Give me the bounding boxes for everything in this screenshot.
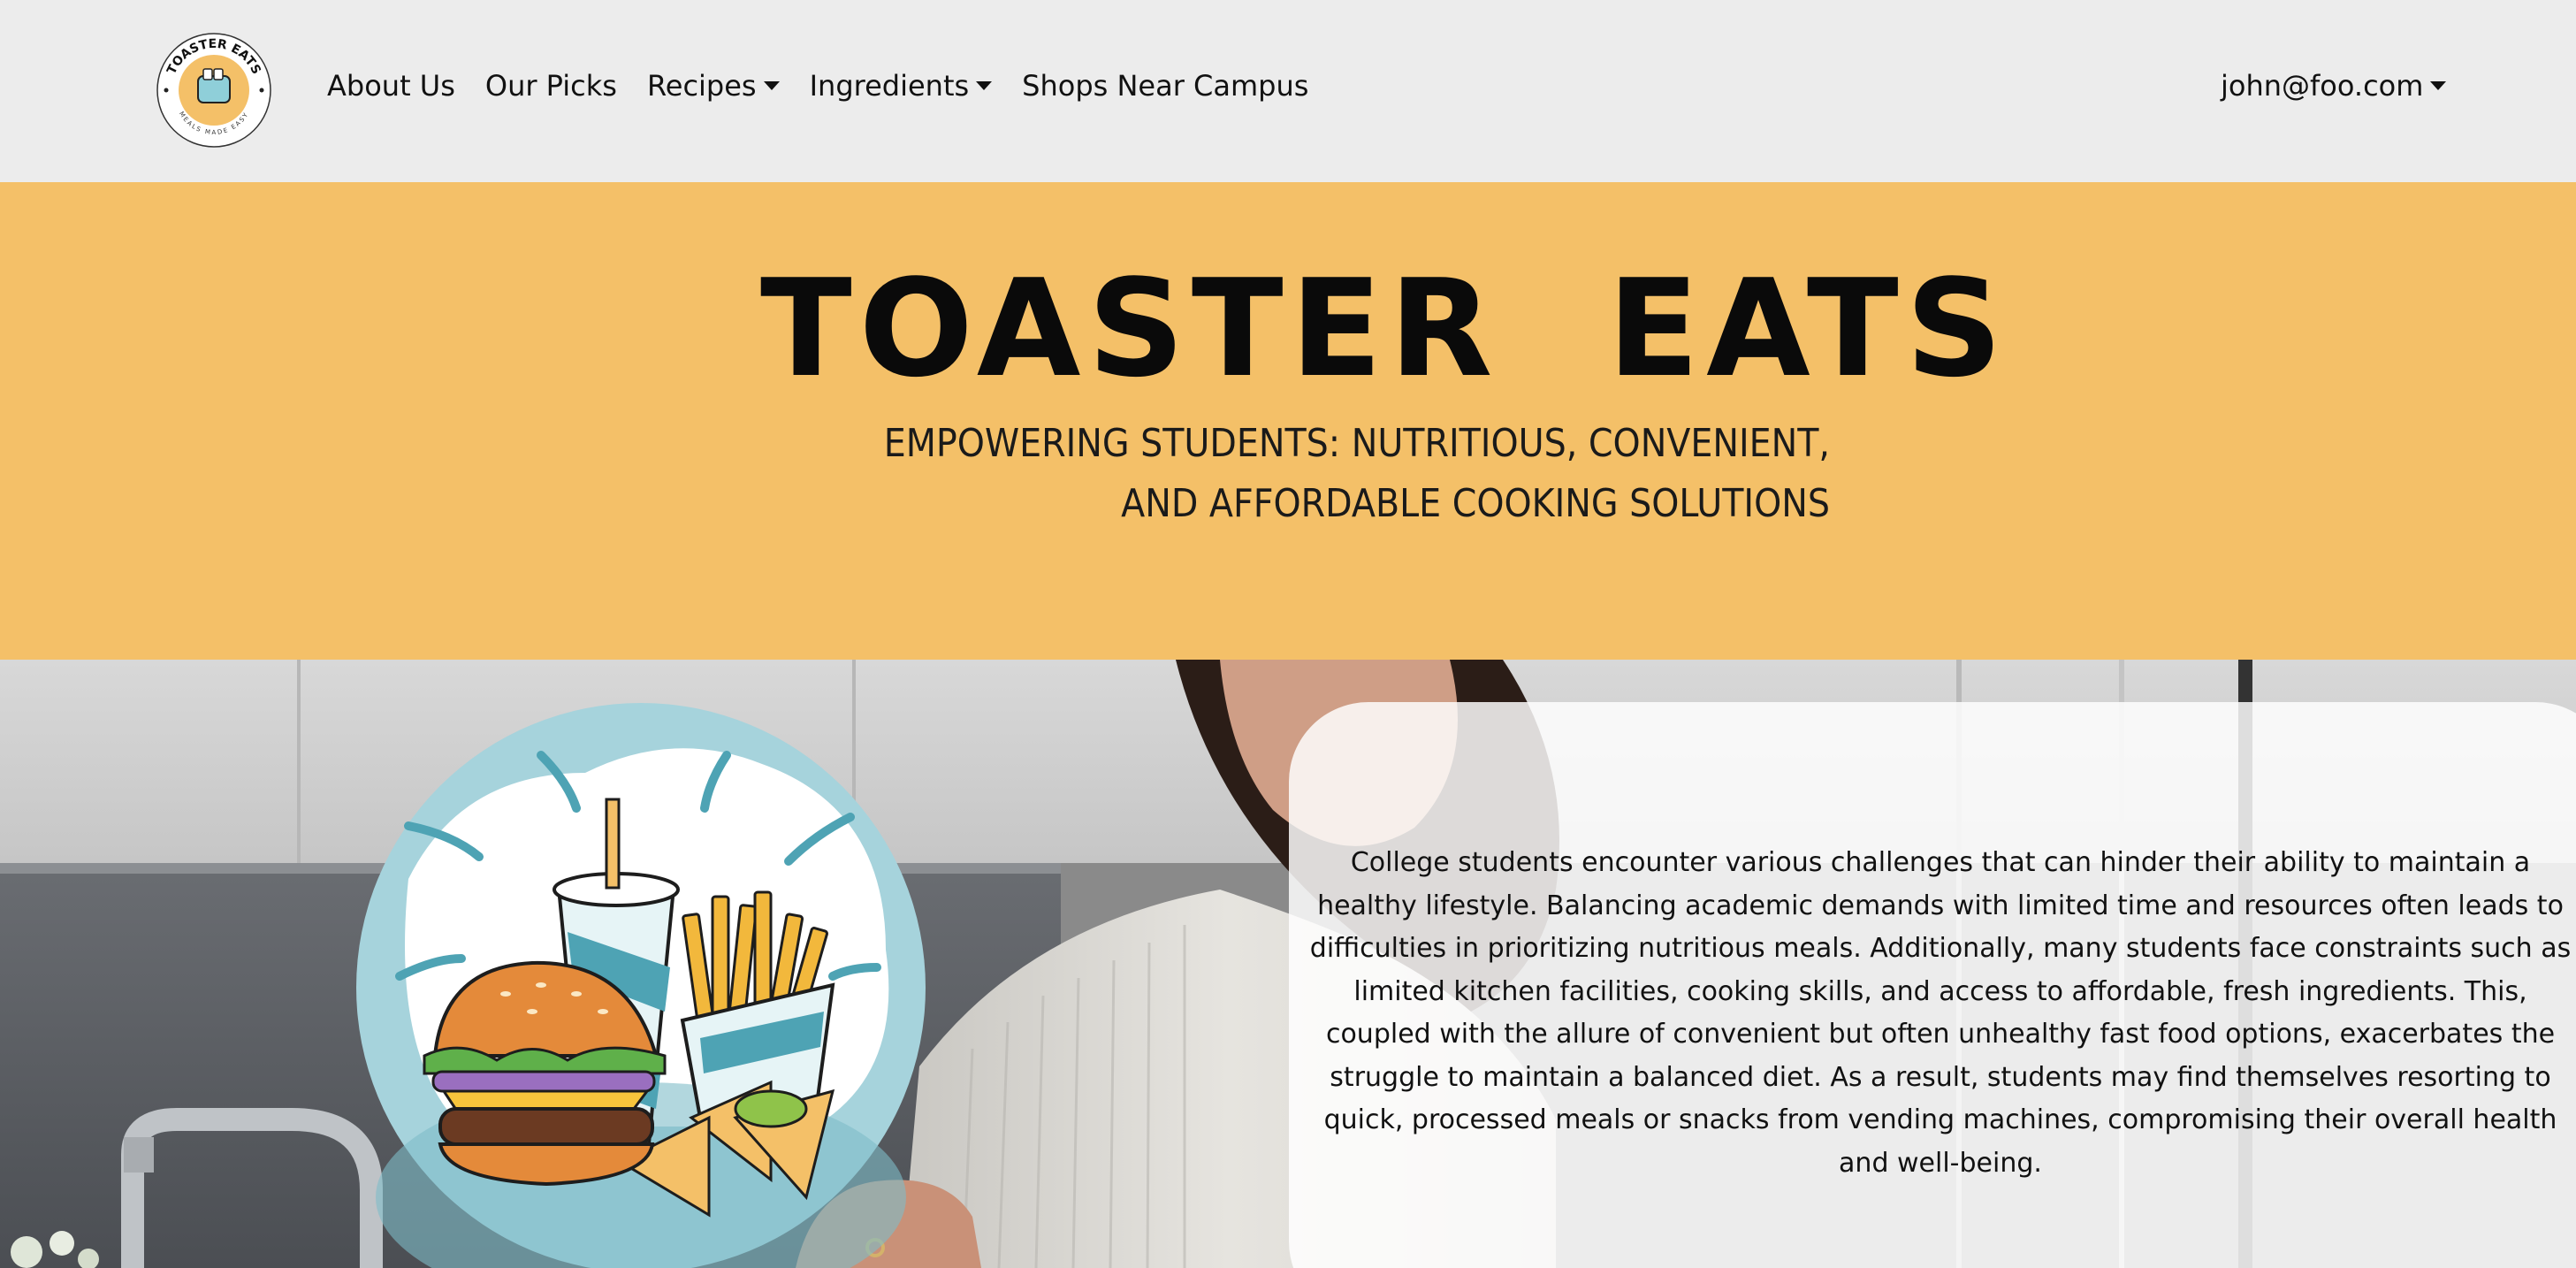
hero-subtitle-line2: AND AFFORDABLE COOKING SOLUTIONS (1121, 481, 1830, 526)
nav-recipes-dropdown[interactable]: Recipes (647, 69, 780, 103)
nav-about-us[interactable]: About Us (327, 69, 455, 103)
nav-links: About Us Our Picks Recipes Ingredients S… (327, 69, 1338, 103)
nav-ingredients-dropdown[interactable]: Ingredients (810, 69, 993, 103)
nav-recipes-label: Recipes (646, 69, 757, 103)
nav-ingredients-label: Ingredients (809, 69, 970, 103)
intro-text: College students encounter various chall… (1309, 847, 2572, 1179)
nav-shops-near-campus[interactable]: Shops Near Campus (1022, 69, 1308, 103)
hero-subtitle: EMPOWERING STUDENTS: NUTRITIOUS, CONVENI… (778, 414, 1830, 534)
caret-down-icon (2430, 81, 2447, 90)
nav-about-us-label: About Us (327, 69, 455, 103)
user-email: john@foo.com (2221, 69, 2424, 103)
toaster-logo-icon[interactable]: TOASTER EATS MEALS MADE EASY (156, 32, 272, 149)
caret-down-icon (763, 81, 780, 90)
user-menu-dropdown[interactable]: john@foo.com (2221, 69, 2447, 103)
nav-shops-label: Shops Near Campus (1022, 69, 1309, 103)
navbar: TOASTER EATS MEALS MADE EASY About Us Ou… (0, 0, 2576, 182)
fast-food-illustration (356, 703, 926, 1268)
nav-our-picks[interactable]: Our Picks (485, 69, 617, 103)
hero-banner: TOASTER EATS EMPOWERING STUDENTS: NUTRIT… (0, 182, 2576, 660)
nav-our-picks-label: Our Picks (484, 69, 617, 103)
intro-section: College students encounter various chall… (0, 660, 2576, 1268)
hero-subtitle-line1: EMPOWERING STUDENTS: NUTRITIOUS, CONVENI… (883, 421, 1830, 466)
caret-down-icon (976, 81, 993, 90)
hero-title: TOASTER EATS (760, 250, 2010, 407)
